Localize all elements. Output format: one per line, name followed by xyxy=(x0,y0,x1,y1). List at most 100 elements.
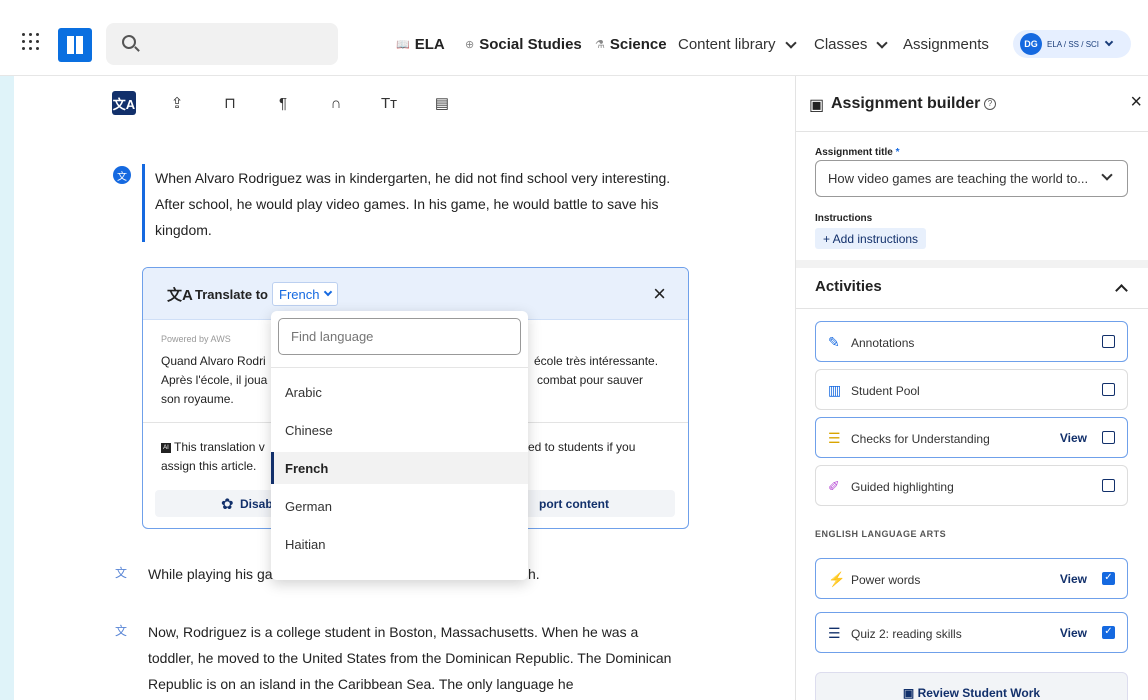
nav-classes[interactable]: Classes xyxy=(814,36,889,53)
translate-icon[interactable]: 文A xyxy=(112,91,136,115)
search-icon xyxy=(122,35,136,49)
translation-note: assign this article. xyxy=(161,459,257,473)
logo[interactable] xyxy=(58,28,92,62)
report-content-button[interactable]: port content xyxy=(539,497,609,511)
activity-checkbox-checked[interactable]: ✓ xyxy=(1102,626,1115,639)
language-option-selected[interactable]: French xyxy=(271,452,528,484)
add-instructions-button[interactable]: + Add instructions xyxy=(815,228,927,249)
translate-to-label: Translate to xyxy=(195,287,268,302)
language-option[interactable]: German xyxy=(271,490,528,522)
disable-button[interactable]: Disab xyxy=(240,497,273,511)
translate-icon: 文A xyxy=(167,287,193,304)
top-bar: 📖 ELA ⊕ Social Studies ⚗ Science Content li… xyxy=(0,0,1148,76)
profile-menu[interactable]: DG ELA / SS / SCI xyxy=(1013,30,1131,58)
review-student-work-button[interactable]: ▣ Review Student Work xyxy=(815,672,1128,700)
activities-title: Activities xyxy=(815,278,882,295)
left-accent-strip xyxy=(0,0,14,700)
view-link[interactable]: View xyxy=(1060,431,1087,445)
activity-checkbox-checked[interactable]: ✓ xyxy=(1102,572,1115,585)
assignment-title-select[interactable]: How video games are teaching the world t… xyxy=(815,160,1128,197)
book-icon: 📖 xyxy=(396,39,410,51)
ai-icon: AI xyxy=(161,442,171,453)
translated-text-line: Quand Alvaro Rodri xyxy=(161,354,266,368)
chevron-down-icon xyxy=(324,287,333,297)
chevron-down-icon xyxy=(1101,169,1113,181)
chevron-up-icon[interactable] xyxy=(1115,284,1128,297)
paragraph-translate-icon[interactable]: 文 xyxy=(112,621,130,639)
highlighter-icon: ✐ xyxy=(828,478,840,494)
list-icon: ☰ xyxy=(828,430,841,446)
divider-band xyxy=(796,260,1148,268)
activity-quiz-reading-skills[interactable]: ☰ Quiz 2: reading skills View ✓ xyxy=(815,612,1128,653)
language-option[interactable]: Haitian xyxy=(271,528,528,560)
find-language-input[interactable] xyxy=(278,318,521,355)
language-option[interactable]: Arabic xyxy=(271,376,528,408)
translated-text-line: école très intéressante. xyxy=(534,354,659,368)
activity-checkbox[interactable] xyxy=(1102,479,1115,492)
activity-checkbox[interactable] xyxy=(1102,383,1115,396)
nav-social-studies[interactable]: ⊕ Social Studies xyxy=(465,36,582,53)
chevron-down-icon xyxy=(784,36,797,49)
activity-checkbox[interactable] xyxy=(1102,431,1115,444)
flask-icon: ⚗ xyxy=(595,39,605,51)
globe-icon: ⊕ xyxy=(465,39,475,51)
share-icon[interactable]: ⇪ xyxy=(165,91,189,115)
translation-note: AI This translation v xyxy=(161,438,265,457)
assignment-icon: ▣ xyxy=(902,686,918,700)
quiz-list-icon: ☰ xyxy=(828,625,841,641)
apps-grid-icon[interactable] xyxy=(22,33,42,53)
assignment-builder-header: ▣ Assignment builder ? × xyxy=(796,76,1148,132)
divider xyxy=(271,367,528,368)
translated-text-line: combat pour sauver xyxy=(537,373,644,387)
nav-assignments[interactable]: Assignments xyxy=(903,36,989,53)
pencil-icon: ✎ xyxy=(828,334,840,350)
activity-guided-highlighting[interactable]: ✐ Guided highlighting xyxy=(815,465,1128,506)
activity-checkbox[interactable] xyxy=(1102,335,1115,348)
assignment-builder-panel: ▣ Assignment builder ? × Assignment titl… xyxy=(795,76,1148,700)
activity-power-words[interactable]: ⚡ Power words View ✓ xyxy=(815,558,1128,599)
selected-paragraph-bar xyxy=(142,164,145,242)
nav-science[interactable]: ⚗ Science xyxy=(595,36,667,53)
paragraph-translate-icon[interactable]: 文 xyxy=(113,166,131,184)
instructions-label: Instructions xyxy=(815,213,873,224)
translated-text-line: Après l'école, il joua xyxy=(161,373,268,387)
paragraph-translate-icon[interactable]: 文 xyxy=(112,563,130,581)
chevron-down-icon xyxy=(876,36,889,49)
article-paragraph-1: When Alvaro Rodriguez was in kindergarte… xyxy=(155,170,671,238)
translated-text-line: son royaume. xyxy=(161,392,234,406)
gear-icon: ✿ xyxy=(221,496,234,513)
language-dropdown: Arabic Chinese French German Haitian xyxy=(271,311,528,580)
text-size-icon[interactable]: Tт xyxy=(377,91,401,115)
bookmark-icon[interactable]: ⊓ xyxy=(218,91,242,115)
assignment-icon: ▣ xyxy=(809,97,825,114)
notes-icon[interactable]: ▤ xyxy=(430,91,454,115)
help-icon[interactable]: ? xyxy=(984,98,996,110)
view-link[interactable]: View xyxy=(1060,572,1087,586)
activity-student-pool[interactable]: ▥ Student Pool xyxy=(815,369,1128,410)
article-paragraph-3: Now, Rodriguez is a college student in B… xyxy=(148,624,672,692)
activity-annotations[interactable]: ✎ Annotations xyxy=(815,321,1128,362)
section-label: ENGLISH LANGUAGE ARTS xyxy=(815,529,947,539)
chevron-down-icon xyxy=(1104,37,1114,47)
powered-by-label: Powered by AWS xyxy=(161,334,231,344)
nav-content-library[interactable]: Content library xyxy=(678,36,797,53)
panel-title: Assignment builder xyxy=(831,95,981,112)
article-paragraph-2-tail: h. xyxy=(528,566,540,582)
view-link[interactable]: View xyxy=(1060,626,1087,640)
chart-icon: ▥ xyxy=(828,382,842,398)
reader-toolbar: 文A ⇪ ⊓ ¶ ∩ Tт ▤ xyxy=(112,91,483,115)
headphones-icon[interactable]: ∩ xyxy=(324,91,348,115)
translation-note: ed to students if you xyxy=(528,440,636,454)
avatar: DG xyxy=(1020,33,1042,55)
language-select-button[interactable]: French xyxy=(272,282,339,306)
paragraph-icon[interactable]: ¶ xyxy=(271,91,295,115)
close-icon[interactable]: × xyxy=(653,281,666,307)
activity-checks-for-understanding[interactable]: ☰ Checks for Understanding View xyxy=(815,417,1128,458)
divider xyxy=(796,308,1148,309)
language-option[interactable]: Chinese xyxy=(271,414,528,446)
nav-ela[interactable]: 📖 ELA xyxy=(396,36,445,53)
bolt-icon: ⚡ xyxy=(828,571,846,587)
search-bar[interactable] xyxy=(106,23,338,65)
close-icon[interactable]: × xyxy=(1130,91,1142,114)
profile-label: ELA / SS / SCI xyxy=(1047,39,1100,49)
